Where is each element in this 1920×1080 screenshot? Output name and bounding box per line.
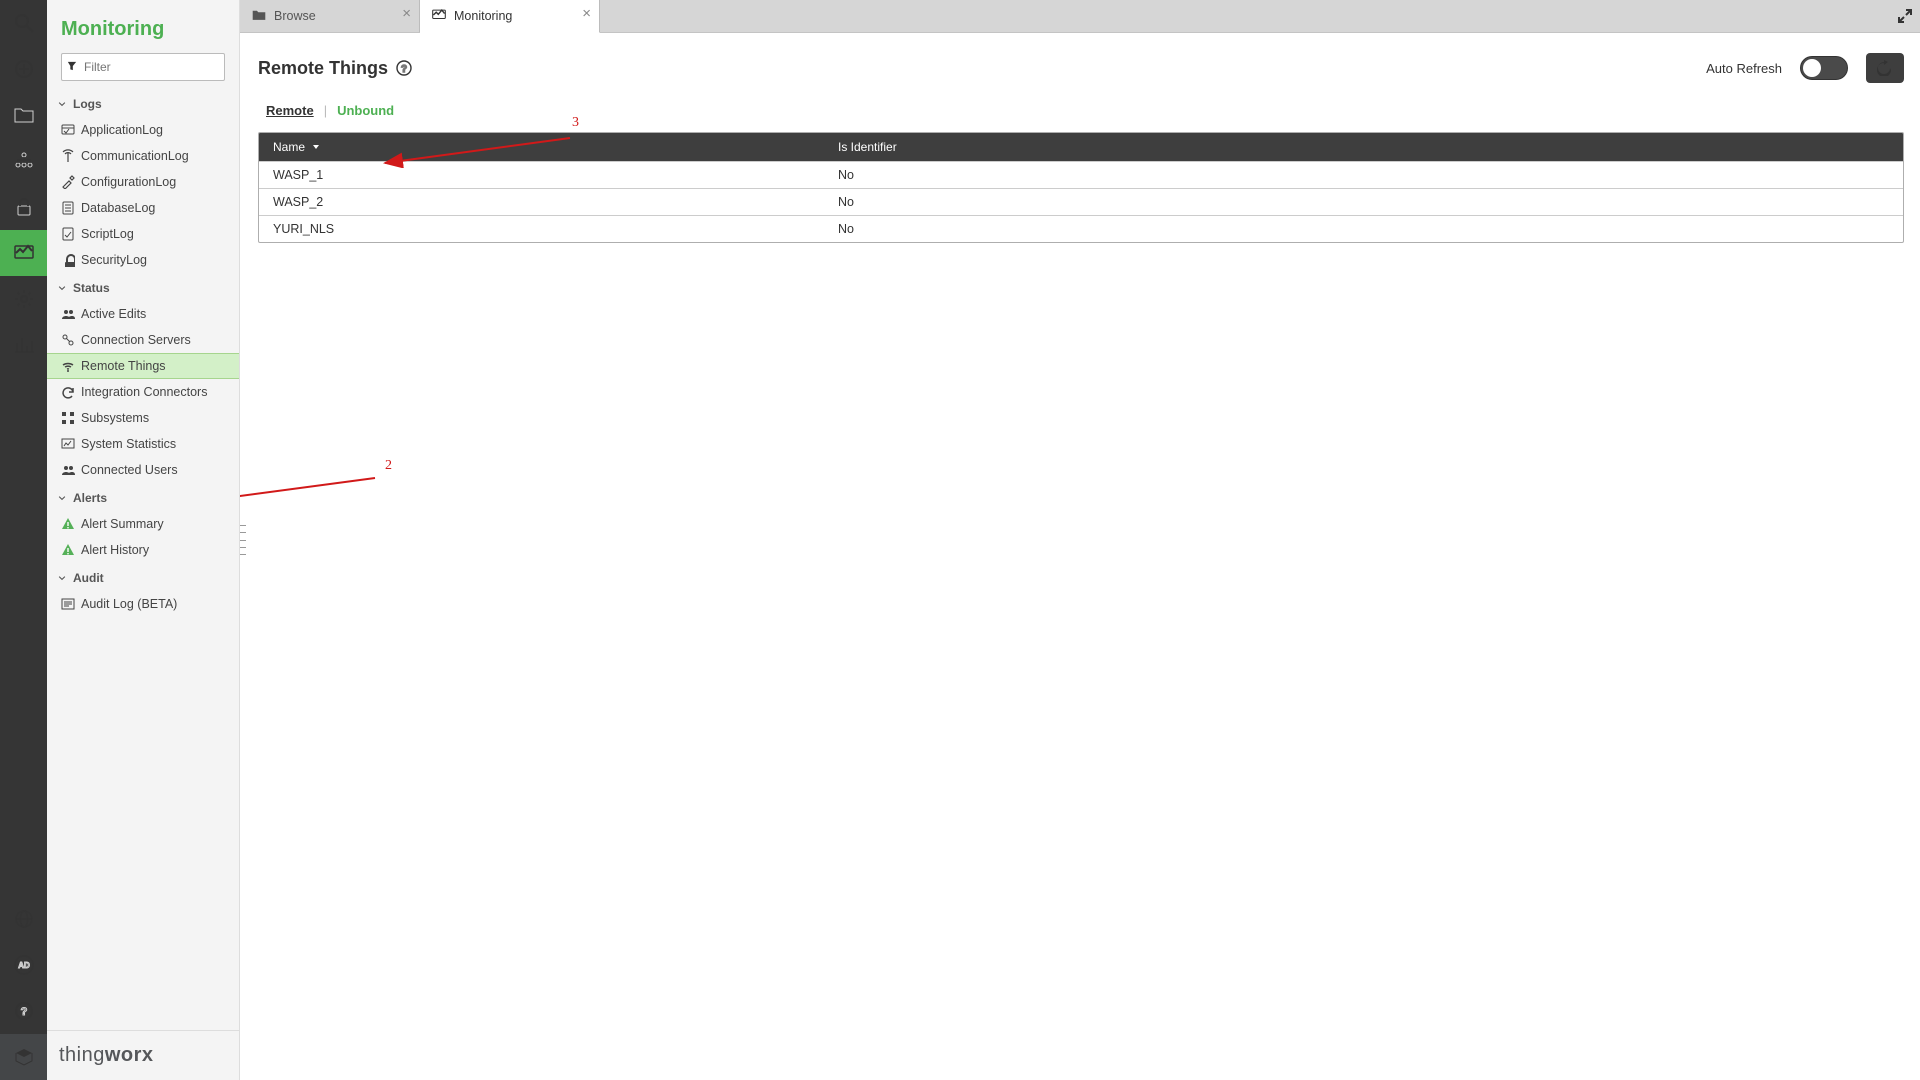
sidebar-item-scriptlog[interactable]: ScriptLog <box>47 221 239 247</box>
sidebar-filter-input[interactable] <box>61 53 225 81</box>
sidebar-tree: LogsApplicationLogCommunicationLogConfig… <box>47 89 239 1030</box>
sidebar-item-configurationlog[interactable]: ConfigurationLog <box>47 169 239 195</box>
tab-label: Browse <box>274 9 316 23</box>
rail-monitoring-icon[interactable] <box>0 230 47 276</box>
cell-identifier: No <box>824 162 1903 188</box>
applog-icon <box>61 123 75 137</box>
brand-logo: thingworx <box>47 1030 239 1080</box>
table-row[interactable]: YURI_NLSNo <box>259 215 1903 242</box>
subtab-unbound[interactable]: Unbound <box>337 103 394 118</box>
stats-icon <box>61 437 75 451</box>
script-icon <box>61 227 75 241</box>
annotation-arrow-2 <box>240 458 385 518</box>
refresh-icon <box>61 385 75 399</box>
sidebar-item-subsystems[interactable]: Subsystems <box>47 405 239 431</box>
rail-help-icon[interactable] <box>0 988 47 1034</box>
sort-icon <box>311 142 321 152</box>
alert-icon <box>61 517 75 531</box>
page-title: Remote Things <box>258 58 412 79</box>
sidebar-group-status[interactable]: Status <box>47 273 239 301</box>
rail-search-icon[interactable] <box>0 0 47 46</box>
cell-name: WASP_2 <box>259 189 824 215</box>
subsys-icon <box>61 411 75 425</box>
rail-model-icon[interactable] <box>0 138 47 184</box>
sidebar: Monitoring LogsApplicationLogCommunicati… <box>47 0 240 1080</box>
auto-refresh-toggle[interactable] <box>1800 56 1848 80</box>
users-icon <box>61 307 75 321</box>
folder-icon <box>252 8 266 25</box>
splitter-handle[interactable] <box>240 525 246 555</box>
sidebar-item-connected-users[interactable]: Connected Users <box>47 457 239 483</box>
sidebar-item-securitylog[interactable]: SecurityLog <box>47 247 239 273</box>
tools-icon <box>61 175 75 189</box>
remote-things-table: Name Is Identifier WASP_1NoWASP_2NoYURI_… <box>258 132 1904 243</box>
sidebar-item-integration-connectors[interactable]: Integration Connectors <box>47 379 239 405</box>
audit-icon <box>61 597 75 611</box>
cell-identifier: No <box>824 189 1903 215</box>
connect-icon <box>61 333 75 347</box>
tab-close-icon[interactable]: × <box>582 6 591 21</box>
annotation-arrow-1 <box>240 303 250 363</box>
col-name-header[interactable]: Name <box>259 133 824 161</box>
rail-logo-icon[interactable] <box>0 1034 47 1080</box>
sidebar-group-logs[interactable]: Logs <box>47 89 239 117</box>
col-identifier-header[interactable]: Is Identifier <box>824 133 1903 161</box>
tab-browse[interactable]: Browse × <box>240 0 420 32</box>
db-icon <box>61 201 75 215</box>
sidebar-group-audit[interactable]: Audit <box>47 563 239 591</box>
nav-rail <box>0 0 47 1080</box>
users-icon <box>61 463 75 477</box>
sidebar-item-alert-history[interactable]: Alert History <box>47 537 239 563</box>
auto-refresh-label: Auto Refresh <box>1706 61 1782 76</box>
subtab-bar: Remote | Unbound <box>266 103 1904 118</box>
subtab-remote[interactable]: Remote <box>266 103 314 118</box>
sidebar-item-databaselog[interactable]: DatabaseLog <box>47 195 239 221</box>
sidebar-item-communicationlog[interactable]: CommunicationLog <box>47 143 239 169</box>
sidebar-item-active-edits[interactable]: Active Edits <box>47 301 239 327</box>
sidebar-item-audit-log-beta-[interactable]: Audit Log (BETA) <box>47 591 239 617</box>
antenna-icon <box>61 149 75 163</box>
table-row[interactable]: WASP_1No <box>259 161 1903 188</box>
cell-name: YURI_NLS <box>259 216 824 242</box>
rail-add-icon[interactable] <box>0 46 47 92</box>
tab-monitoring[interactable]: Monitoring × <box>420 0 600 33</box>
sidebar-item-connection-servers[interactable]: Connection Servers <box>47 327 239 353</box>
rail-security-icon[interactable] <box>0 184 47 230</box>
sidebar-item-system-statistics[interactable]: System Statistics <box>47 431 239 457</box>
tab-close-icon[interactable]: × <box>402 6 411 21</box>
cell-identifier: No <box>824 216 1903 242</box>
annotation-number-2: 2 <box>385 458 392 474</box>
monitor-icon <box>432 8 446 25</box>
sidebar-group-alerts[interactable]: Alerts <box>47 483 239 511</box>
expand-tab-icon[interactable] <box>1890 0 1920 32</box>
reload-button[interactable] <box>1866 53 1904 83</box>
rail-ad-icon[interactable] <box>0 942 47 988</box>
alert-icon <box>61 543 75 557</box>
sidebar-item-remote-things[interactable]: Remote Things <box>47 353 239 379</box>
sidebar-item-applicationlog[interactable]: ApplicationLog <box>47 117 239 143</box>
sidebar-item-alert-summary[interactable]: Alert Summary <box>47 511 239 537</box>
lock-icon <box>61 253 75 267</box>
sidebar-title: Monitoring <box>61 18 225 41</box>
tab-label: Monitoring <box>454 9 512 23</box>
wifi-icon <box>61 359 75 373</box>
cell-name: WASP_1 <box>259 162 824 188</box>
rail-browse-icon[interactable] <box>0 92 47 138</box>
table-row[interactable]: WASP_2No <box>259 188 1903 215</box>
rail-globe-icon[interactable] <box>0 896 47 942</box>
rail-settings-icon[interactable] <box>0 276 47 322</box>
help-icon[interactable] <box>396 60 412 76</box>
tab-bar: Browse × Monitoring × <box>240 0 1920 33</box>
filter-icon <box>67 60 77 72</box>
rail-analytics-icon[interactable] <box>0 322 47 368</box>
